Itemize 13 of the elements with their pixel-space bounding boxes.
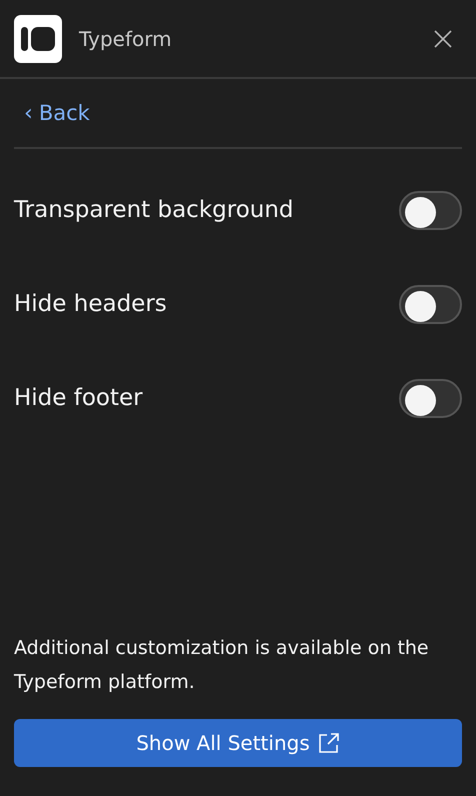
external-link-icon [318, 732, 340, 754]
toggle-switch[interactable] [399, 190, 462, 230]
info-text: Additional customization is available on the Typeform platform. [14, 636, 430, 695]
setting-label: Hide headers [14, 291, 167, 317]
back-link[interactable]: ‹ Back [14, 100, 100, 126]
app-title: Typeform [79, 26, 173, 50]
close-icon [434, 30, 452, 48]
show-settings-button[interactable]: Show All Settings [14, 719, 462, 767]
logo-icon [14, 14, 62, 62]
toggle-switch[interactable] [399, 378, 462, 418]
setting-label: Hide footer [14, 385, 143, 411]
setting-label: Transparent background [14, 197, 294, 223]
toggle-switch[interactable] [399, 284, 462, 324]
